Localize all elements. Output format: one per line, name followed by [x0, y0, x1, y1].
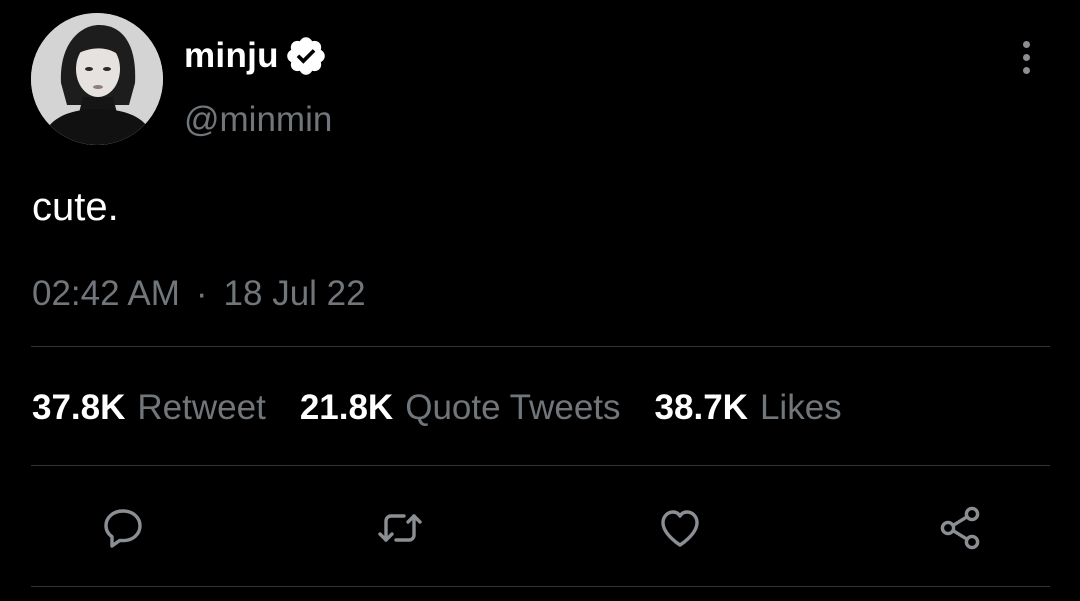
meta-separator: ·	[195, 274, 208, 313]
likes-count: 38.7K	[654, 388, 748, 427]
action-bar	[0, 500, 1080, 556]
heart-icon	[661, 510, 699, 547]
quote-tweets-count: 21.8K	[299, 388, 394, 427]
vertical-ellipsis-icon	[1022, 40, 1030, 48]
retweets-label: Retweet	[137, 388, 266, 427]
display-name[interactable]: minju	[184, 32, 279, 80]
retweet-button[interactable]	[372, 500, 428, 556]
share-nodes-icon	[940, 506, 980, 550]
ellipsis-dot	[1022, 66, 1030, 74]
divider	[31, 586, 1050, 587]
likes-stat[interactable]: 38.7K Likes	[655, 384, 842, 432]
engagement-stats: 37.8K Retweet 21.8K Quote Tweets 38.7K L…	[32, 384, 876, 432]
avatar-image	[31, 13, 163, 145]
share-button[interactable]	[932, 500, 988, 556]
retweets-count: 37.8K	[32, 388, 126, 427]
speech-bubble-icon	[104, 509, 142, 548]
like-button[interactable]	[652, 500, 708, 556]
ellipsis-dot	[1022, 53, 1030, 61]
tweet-text: cute.	[32, 185, 119, 229]
more-options-button[interactable]	[1010, 36, 1042, 78]
verified-badge-icon	[284, 34, 328, 78]
quote-tweets-stat[interactable]: 21.8K Quote Tweets	[300, 384, 621, 432]
divider	[31, 465, 1050, 466]
tweet-detail: minju @minmin cute. 02:42 AM · 18 Jul 22 3…	[0, 0, 1080, 601]
user-handle[interactable]: @minmin	[184, 96, 332, 144]
quote-tweets-label: Quote Tweets	[405, 388, 621, 427]
retweet-arrows-icon	[378, 514, 422, 542]
tweet-time[interactable]: 02:42 AM	[32, 274, 180, 313]
tweet-date[interactable]: 18 Jul 22	[224, 274, 366, 313]
likes-label: Likes	[759, 388, 842, 427]
user-name-row: minju	[184, 32, 328, 80]
avatar[interactable]	[31, 13, 163, 145]
divider	[31, 346, 1050, 347]
retweets-stat[interactable]: 37.8K Retweet	[32, 384, 266, 432]
reply-button[interactable]	[95, 500, 151, 556]
tweet-timestamp: 02:42 AM · 18 Jul 22	[32, 270, 366, 318]
